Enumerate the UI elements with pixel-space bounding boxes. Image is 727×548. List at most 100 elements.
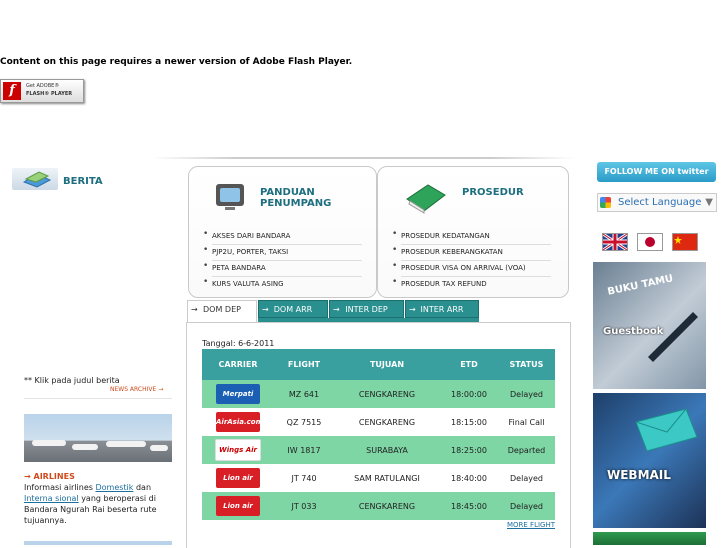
- arrow-right-icon: →: [24, 472, 31, 481]
- flight-etd: 18:00:00: [440, 380, 498, 408]
- airlines-heading[interactable]: → AIRLINES: [24, 472, 75, 481]
- flight-etd: 18:45:00: [440, 492, 498, 520]
- bottom-banner[interactable]: [593, 532, 706, 545]
- col-flight: FLIGHT: [274, 349, 334, 380]
- panduan-item-peta[interactable]: PETA BANDARA: [203, 259, 362, 277]
- tv-icon: [213, 181, 247, 213]
- flash-required-message: Content on this page requires a newer ve…: [0, 57, 353, 67]
- flash-icon: f: [3, 82, 21, 100]
- arrow-icon: →: [262, 305, 269, 314]
- lion-air-logo: Lion air: [216, 468, 260, 488]
- more-flight-link[interactable]: MORE FLIGHT: [507, 521, 555, 529]
- guestbook-banner[interactable]: BUKU TAMU Guestbook: [593, 262, 706, 389]
- table-row: Wings Air IW 1817 SURABAYA 18:25:00 Depa…: [202, 436, 555, 464]
- china-flag-icon[interactable]: [672, 233, 698, 251]
- internasional-link[interactable]: Interna sional: [24, 494, 79, 503]
- arrow-icon: →: [191, 305, 198, 314]
- arrow-icon: →: [333, 305, 340, 314]
- get-flash-player-button[interactable]: f Get ADOBE® FLASH® PLAYER: [0, 79, 84, 103]
- buku-tamu-text: BUKU TAMU: [606, 273, 675, 298]
- flight-number: JT 740: [274, 464, 334, 492]
- webmail-banner[interactable]: WEBMAIL: [593, 393, 706, 528]
- flash-button-line1: Get ADOBE®: [26, 83, 60, 89]
- table-row: Merpati MZ 641 CENGKARENG 18:00:00 Delay…: [202, 380, 555, 408]
- flight-number: IW 1817: [274, 436, 334, 464]
- dropdown-arrow-icon: ▼: [705, 197, 713, 208]
- airport-planes-photo: [24, 414, 172, 462]
- flight-number: JT 033: [274, 492, 334, 520]
- airlines-title: AIRLINES: [33, 472, 75, 481]
- flight-etd: 18:25:00: [440, 436, 498, 464]
- top-divider: [152, 157, 575, 159]
- prosedur-item-tax-refund[interactable]: PROSEDUR TAX REFUND: [392, 275, 551, 292]
- col-status: STATUS: [498, 349, 555, 380]
- google-icon: [600, 197, 611, 208]
- language-selector[interactable]: Select Language ▼: [597, 193, 717, 212]
- pen-icon: [648, 312, 698, 362]
- tab-inter-arr-label: INTER ARR: [420, 305, 464, 314]
- flight-status: Delayed: [498, 464, 555, 492]
- flight-destination: SURABAYA: [334, 436, 440, 464]
- arrow-right-icon: →: [158, 386, 164, 393]
- table-row: Lion air JT 033 CENGKARENG 18:45:00 Dela…: [202, 492, 555, 520]
- tab-inter-arr[interactable]: → INTER ARR: [405, 300, 479, 318]
- table-row: AirAsia.com QZ 7515 CENGKARENG 18:15:00 …: [202, 408, 555, 436]
- news-archive-label: NEWS ARCHIVE: [110, 386, 157, 393]
- berita-heading[interactable]: BERITA: [63, 176, 103, 187]
- flight-destination: SAM RATULANGI: [334, 464, 440, 492]
- divider: [24, 398, 172, 399]
- language-selector-label: Select Language: [618, 197, 702, 208]
- wings-air-logo: Wings Air: [215, 439, 261, 461]
- tab-dom-dep-label: DOM DEP: [203, 305, 241, 314]
- airasia-logo: AirAsia.com: [216, 412, 263, 432]
- book-icon: [404, 181, 448, 215]
- panduan-penumpang-panel: PANDUAN PENUMPANG AKSES DARI BANDARA PJP…: [188, 166, 377, 298]
- flight-table: CARRIER FLIGHT TUJUAN ETD STATUS Merpati…: [202, 349, 555, 520]
- flight-destination: CENGKARENG: [334, 492, 440, 520]
- flight-number: QZ 7515: [274, 408, 334, 436]
- tab-dom-arr-label: DOM ARR: [273, 305, 313, 314]
- tab-inter-dep[interactable]: → INTER DEP: [329, 300, 404, 318]
- date-line: Tanggal: 6-6-2011: [202, 339, 274, 348]
- airlines-text-2: dan: [135, 483, 152, 492]
- tab-dom-dep[interactable]: → DOM DEP: [187, 300, 257, 322]
- prosedur-panel: PROSEDUR PROSEDUR KEDATANGAN PROSEDUR KE…: [377, 166, 569, 298]
- uk-flag-icon[interactable]: [602, 232, 628, 252]
- berita-icon: [12, 168, 58, 190]
- airlines-description: Informasi airlines Domestik dan Interna …: [24, 482, 172, 526]
- prosedur-item-voa[interactable]: PROSEDUR VISA ON ARRIVAL (VOA): [392, 259, 551, 277]
- merpati-logo: Merpati: [216, 384, 260, 404]
- bottom-photo: [24, 541, 172, 545]
- prosedur-item-keberangkatan[interactable]: PROSEDUR KEBERANGKATAN: [392, 243, 551, 261]
- follow-twitter-button[interactable]: FOLLOW ME ON twitter: [597, 162, 716, 182]
- airlines-text-1: Informasi airlines: [24, 483, 93, 492]
- flight-destination: CENGKARENG: [334, 380, 440, 408]
- arrow-icon: →: [409, 305, 416, 314]
- webmail-text: WEBMAIL: [607, 468, 671, 482]
- prosedur-item-kedatangan[interactable]: PROSEDUR KEDATANGAN: [392, 227, 551, 245]
- flight-number: MZ 641: [274, 380, 334, 408]
- date-value: 6-6-2011: [238, 339, 275, 348]
- date-label: Tanggal:: [202, 339, 236, 348]
- domestik-link[interactable]: Domestik: [95, 483, 133, 492]
- japan-flag-icon[interactable]: [637, 233, 663, 251]
- berita-click-note: ** Klik pada judul berita: [24, 376, 120, 385]
- col-carrier: CARRIER: [202, 349, 274, 380]
- panduan-penumpang-title[interactable]: PANDUAN PENUMPANG: [260, 187, 376, 209]
- col-etd: ETD: [440, 349, 498, 380]
- prosedur-title[interactable]: PROSEDUR: [462, 187, 524, 198]
- flight-destination: CENGKARENG: [334, 408, 440, 436]
- lion-air-logo: Lion air: [216, 496, 260, 516]
- panduan-item-pjp2u[interactable]: PJP2U, PORTER, TAKSI: [203, 243, 362, 261]
- tab-inter-dep-label: INTER DEP: [345, 305, 388, 314]
- flight-etd: 18:40:00: [440, 464, 498, 492]
- news-archive-link[interactable]: NEWS ARCHIVE →: [110, 386, 163, 393]
- flight-status: Delayed: [498, 380, 555, 408]
- flight-status: Delayed: [498, 492, 555, 520]
- panduan-item-akses[interactable]: AKSES DARI BANDARA: [203, 227, 362, 245]
- flight-status: Final Call: [498, 408, 555, 436]
- panduan-item-kurs[interactable]: KURS VALUTA ASING: [203, 275, 362, 292]
- flight-info-box: Tanggal: 6-6-2011 CARRIER FLIGHT TUJUAN …: [186, 322, 571, 548]
- tab-dom-arr[interactable]: → DOM ARR: [258, 300, 328, 318]
- envelope-icon: [635, 408, 698, 452]
